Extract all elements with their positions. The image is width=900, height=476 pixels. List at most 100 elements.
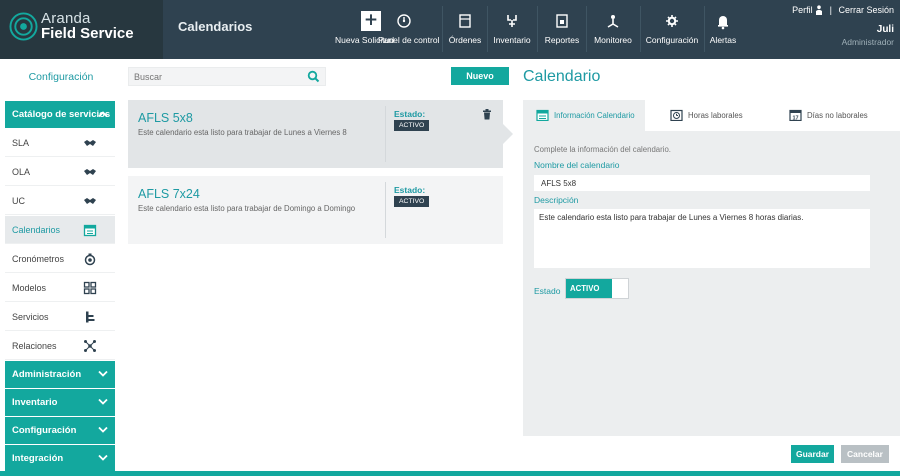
nav-label: Configuración <box>645 35 699 45</box>
sidebar-group-label: Integración <box>12 453 64 464</box>
cancel-button[interactable]: Cancelar <box>841 445 889 463</box>
calendar-icon <box>536 109 549 121</box>
toggle-on-label: ACTIVO <box>566 279 612 298</box>
sidebar-item-label: Relaciones <box>12 341 57 351</box>
calendar-icon <box>83 224 97 237</box>
models-icon <box>83 281 97 295</box>
chevron-down-icon <box>98 398 108 405</box>
sidebar-group-label: Configuración <box>12 425 77 436</box>
nav-label: Reportes <box>544 35 580 45</box>
tab-dias-no-laborales[interactable]: 17 Días no laborales <box>771 100 900 131</box>
sidebar-group-configuracion[interactable]: Configuración <box>5 417 115 444</box>
description-label: Descripción <box>534 195 579 205</box>
new-calendar-button[interactable]: Nuevo <box>451 67 509 85</box>
sidebar-group-inventario[interactable]: Inventario <box>5 389 115 416</box>
calendar-description: Este calendario esta listo para trabajar… <box>138 204 356 213</box>
profile-link[interactable]: Perfil <box>792 5 813 15</box>
chevron-up-icon <box>98 111 108 118</box>
sidebar: Configuración Catálogo de servicios SLA … <box>0 59 122 476</box>
search-box <box>128 67 326 86</box>
detail-tabs: Información Calendario Horas laborales 1… <box>523 100 900 131</box>
chevron-down-icon <box>98 370 108 377</box>
stopwatch-icon <box>84 253 96 266</box>
sidebar-group-label: Inventario <box>12 397 58 408</box>
svg-text:17: 17 <box>792 115 798 121</box>
brand[interactable]: Aranda Field Service <box>0 0 163 59</box>
sidebar-item-label: OLA <box>12 167 31 177</box>
top-header: Aranda Field Service Calendarios + Nueva… <box>0 0 900 59</box>
sidebar-group-catalogo[interactable]: Catálogo de servicios <box>5 101 115 128</box>
sidebar-item-calendarios[interactable]: Calendarios <box>5 216 115 244</box>
nav-monitor[interactable]: Monitoreo <box>587 0 639 59</box>
monitor-icon <box>607 15 619 28</box>
handshake-icon <box>84 169 96 175</box>
gear-icon <box>666 15 678 27</box>
profile-links: Perfil | Cerrar Sesión <box>792 4 894 15</box>
status-badge: ACTIVO <box>394 120 430 131</box>
tab-horas-laborales[interactable]: Horas laborales <box>645 100 771 131</box>
bell-icon <box>718 16 728 30</box>
sidebar-item-label: Modelos <box>12 283 47 293</box>
tab-label: Información Calendario <box>554 111 635 120</box>
nav-dashboard[interactable]: Panel de control <box>372 0 440 59</box>
aranda-logo-icon <box>9 12 38 41</box>
sidebar-item-label: UC <box>12 196 25 206</box>
user-role: Administrador <box>841 37 894 47</box>
handshake-icon <box>84 140 96 146</box>
handshake-icon <box>84 198 96 204</box>
inventory-icon <box>507 15 517 27</box>
nav-alerts[interactable]: Alertas <box>705 0 741 59</box>
detail-title: Calendario <box>523 68 601 85</box>
calendar-state-label: Estado: <box>394 109 426 119</box>
sidebar-item-ola[interactable]: OLA <box>5 158 115 186</box>
relations-icon <box>84 340 96 352</box>
reports-icon <box>556 14 568 28</box>
nav-inventory[interactable]: Inventario <box>488 0 536 59</box>
nav-configuration[interactable]: Configuración <box>641 0 703 59</box>
clock-icon <box>670 109 683 121</box>
sidebar-item-sla[interactable]: SLA <box>5 129 115 157</box>
description-field[interactable]: Este calendario esta listo para trabajar… <box>534 209 870 268</box>
logout-link[interactable]: Cerrar Sesión <box>838 5 894 15</box>
state-label: Estado <box>534 286 561 296</box>
calendar-card[interactable]: AFLS 7x24 Este calendario esta listo par… <box>128 176 503 244</box>
nav-reports[interactable]: Reportes <box>538 0 586 59</box>
calendar-state-label: Estado: <box>394 185 426 195</box>
sidebar-group-integracion[interactable]: Integración <box>5 445 115 472</box>
tab-informacion[interactable]: Información Calendario <box>523 100 645 131</box>
services-icon <box>86 311 95 323</box>
sidebar-item-label: Cronómetros <box>12 254 65 264</box>
nav-label: Panel de control <box>378 35 440 45</box>
status-badge: ACTIVO <box>394 196 430 207</box>
nav-label: Monitoreo <box>594 35 632 45</box>
sidebar-group-label: Catálogo de servicios <box>12 109 111 120</box>
sidebar-item-label: SLA <box>12 138 30 148</box>
sidebar-title: Configuración <box>28 71 94 83</box>
user-name: Juli <box>876 24 894 35</box>
calendar-title: AFLS 5x8 <box>138 111 193 125</box>
calendar-title: AFLS 7x24 <box>138 187 200 201</box>
sidebar-item-label: Calendarios <box>12 225 61 235</box>
calendar-description: Este calendario esta listo para trabajar… <box>138 128 347 137</box>
sidebar-group-administracion[interactable]: Administración <box>5 361 115 388</box>
bottom-accent-bar <box>0 471 900 476</box>
brand-name-line2: Field Service <box>41 25 134 42</box>
profile-person-icon <box>815 5 823 15</box>
calendar-name-field[interactable] <box>534 175 870 191</box>
save-button[interactable]: Guardar <box>791 445 834 463</box>
sidebar-item-modelos[interactable]: Modelos <box>5 274 115 302</box>
chevron-down-icon <box>98 426 108 433</box>
search-input[interactable] <box>129 68 299 85</box>
sidebar-item-relaciones[interactable]: Relaciones <box>5 332 115 360</box>
state-toggle[interactable]: ACTIVO <box>565 278 629 299</box>
sidebar-item-uc[interactable]: UC <box>5 187 115 215</box>
trash-icon[interactable] <box>482 109 492 120</box>
form-hint: Complete la información del calendario. <box>534 145 671 154</box>
tab-label: Días no laborales <box>807 111 868 120</box>
sidebar-item-cronometros[interactable]: Cronómetros <box>5 245 115 273</box>
search-icon[interactable] <box>307 70 320 83</box>
sidebar-item-servicios[interactable]: Servicios <box>5 303 115 331</box>
calendar-17-icon: 17 <box>789 109 802 121</box>
calendar-card[interactable]: AFLS 5x8 Este calendario esta listo para… <box>128 100 513 168</box>
nav-orders[interactable]: Órdenes <box>443 0 487 59</box>
